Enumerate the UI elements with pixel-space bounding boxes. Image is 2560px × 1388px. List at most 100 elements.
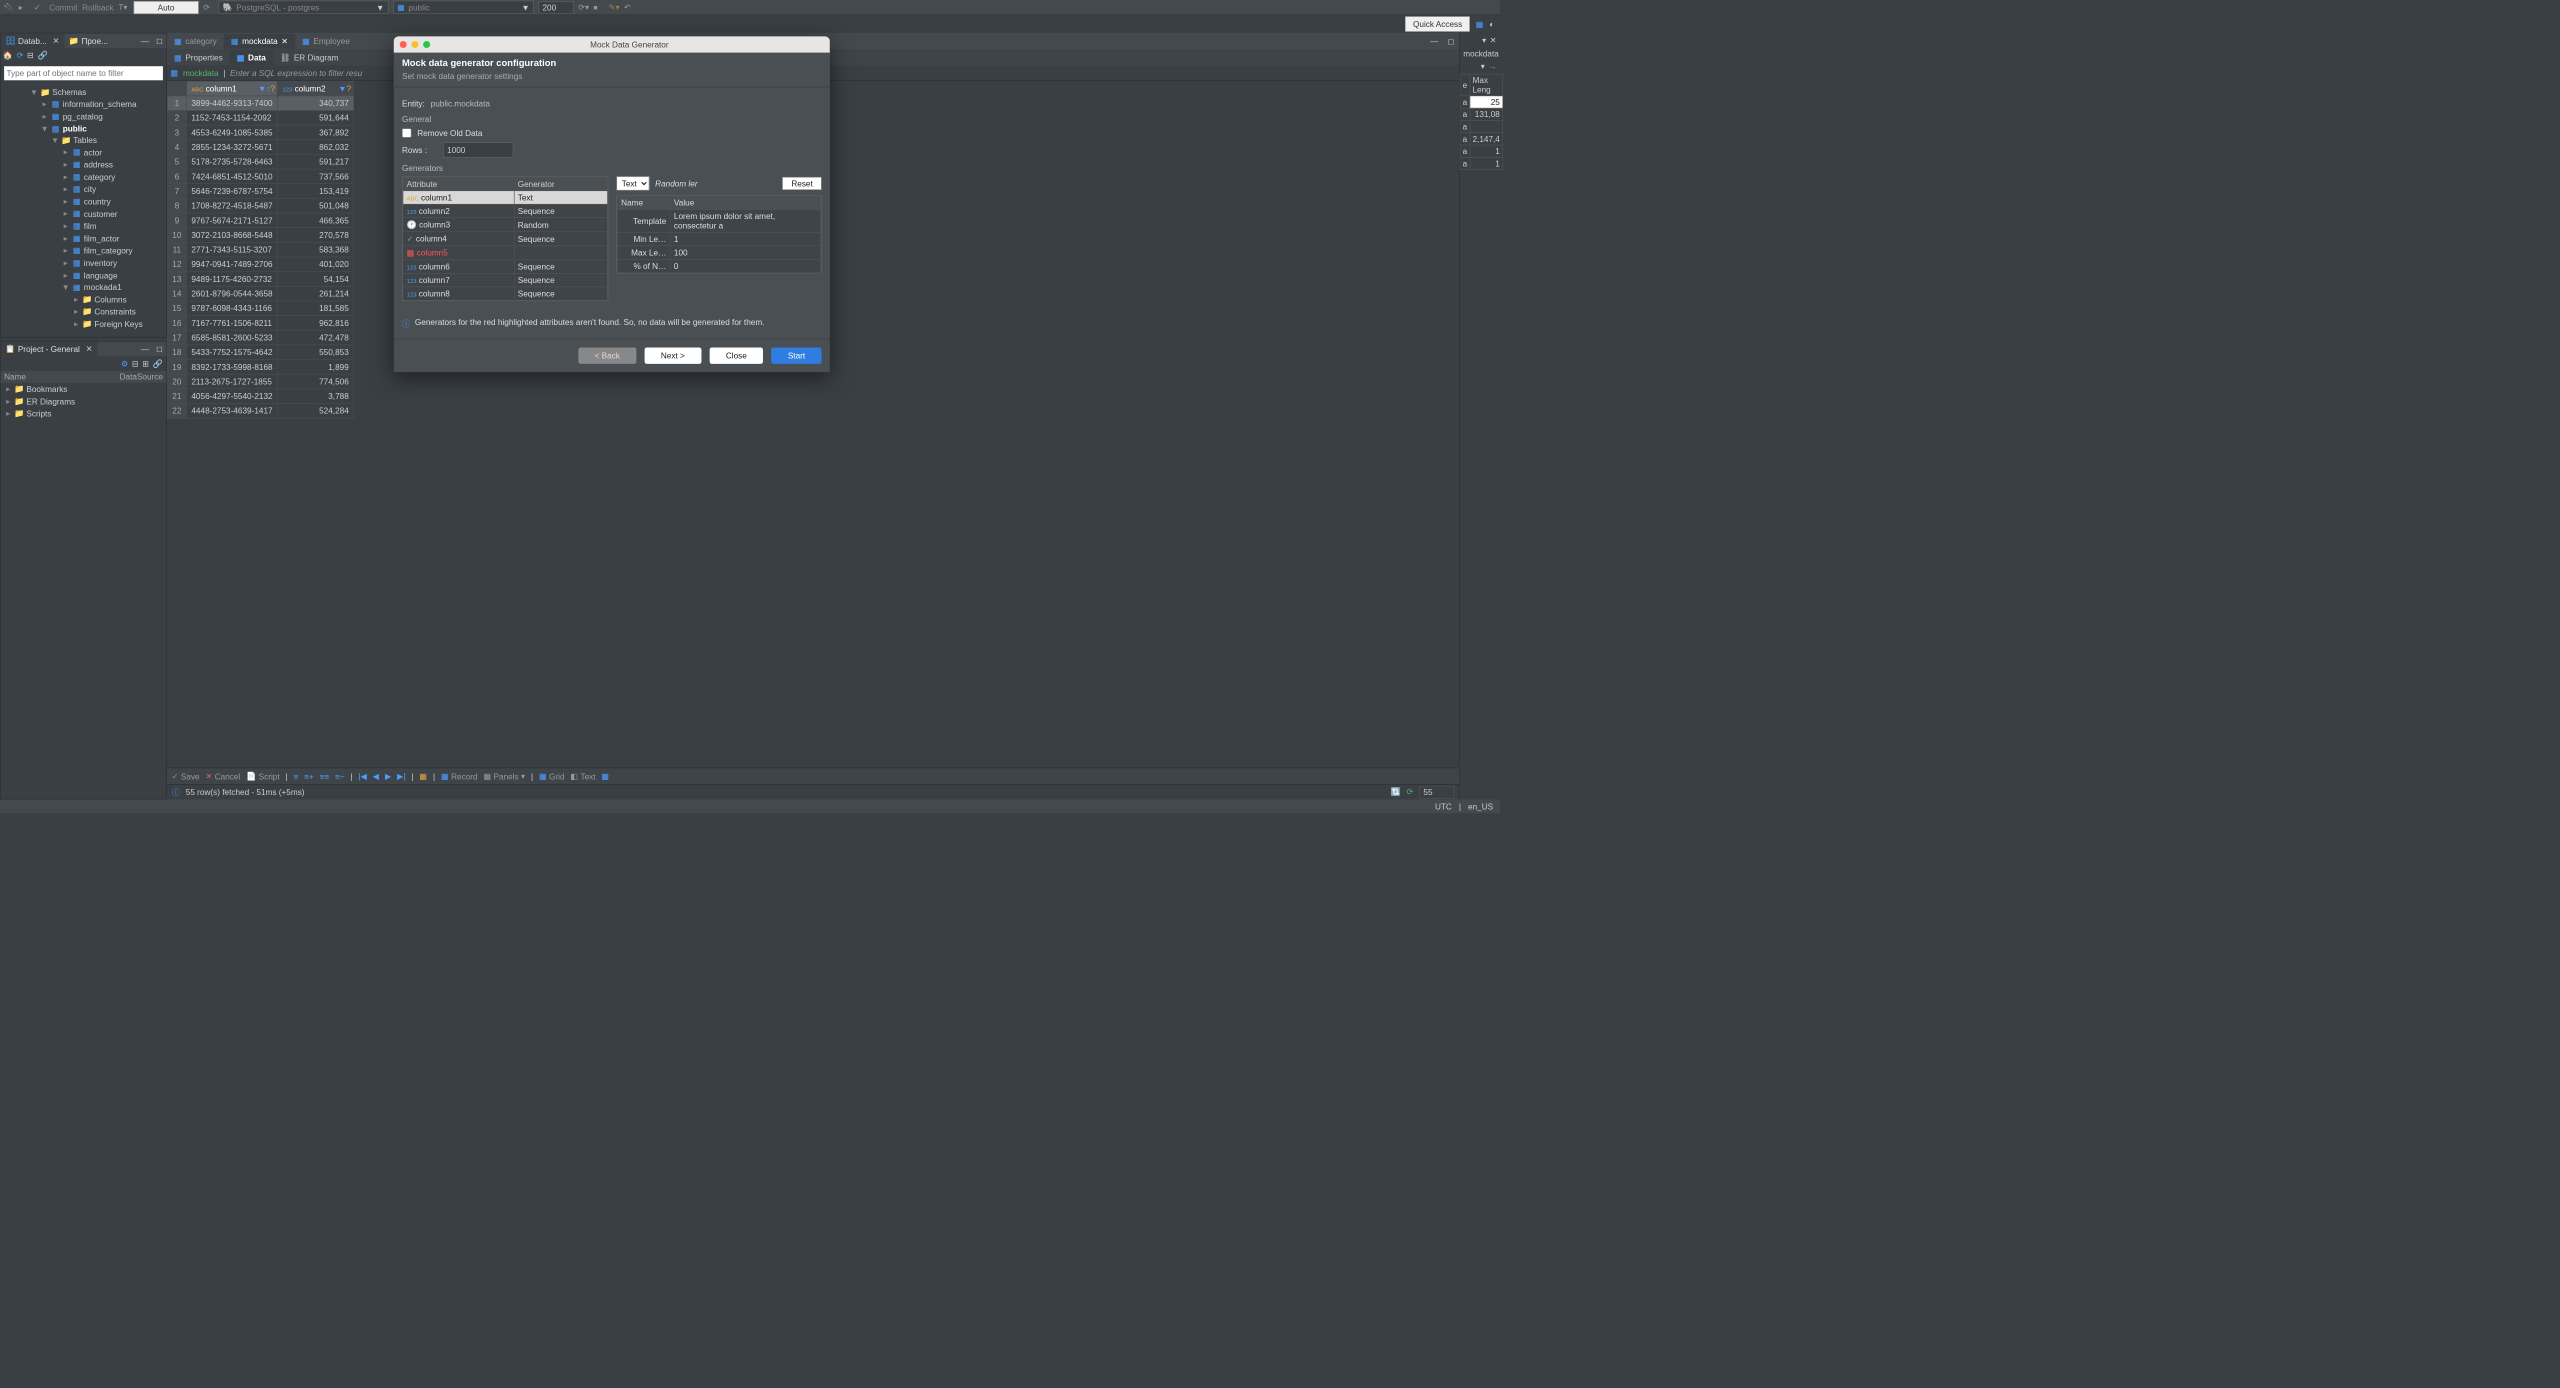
cell-col1[interactable]: 1708-8272-4518-5487 xyxy=(186,198,277,213)
row-limit-input[interactable] xyxy=(538,1,573,14)
next-icon[interactable]: ▶ xyxy=(385,771,391,781)
tree-table-country[interactable]: ▸▦country xyxy=(1,195,167,207)
tree-constraints[interactable]: ▸📁Constraints xyxy=(1,305,167,317)
close-button[interactable]: Close xyxy=(709,347,763,363)
cell-col1[interactable]: 2113-2675-1727-1855 xyxy=(186,374,277,389)
gear-icon[interactable]: ⚙ xyxy=(121,359,128,369)
last-icon[interactable]: ▶| xyxy=(397,771,405,781)
attr-row-column6[interactable]: 123 column6Sequence xyxy=(403,260,608,273)
project-item-er-diagrams[interactable]: ▸📁ER Diagrams xyxy=(1,395,167,407)
cancel-button[interactable]: ✕Cancel xyxy=(205,771,240,781)
pencil-icon[interactable]: ✎▾ xyxy=(609,2,620,13)
collapse-icon[interactable]: ⊟ xyxy=(27,50,34,60)
cell-col1[interactable]: 5433-7752-1575-4642 xyxy=(186,345,277,360)
cell-col1[interactable]: 7167-7761-1506-8211 xyxy=(186,316,277,331)
cell-col1[interactable]: 9767-5674-2171-5127 xyxy=(186,213,277,228)
cell-col1[interactable]: 2601-8796-0544-3658 xyxy=(186,286,277,301)
cell-col1[interactable]: 4448-2753-4639-1417 xyxy=(186,403,277,418)
sql-icon[interactable]: ▸ xyxy=(19,2,30,13)
perspective-icon[interactable]: ▦ xyxy=(1476,19,1484,29)
cell-col1[interactable]: 3072-2103-8668-5448 xyxy=(186,228,277,243)
table-row[interactable]: 202113-2675-1727-1855774,506 xyxy=(167,374,353,389)
cell-col1[interactable]: 5178-2735-5728-6463 xyxy=(186,154,277,169)
maximize-icon[interactable]: ◻ xyxy=(1443,36,1459,46)
tree-table-language[interactable]: ▸▦language xyxy=(1,269,167,281)
script-button[interactable]: 📄Script xyxy=(246,771,280,781)
tree-pg-catalog[interactable]: ▸▦pg_catalog xyxy=(1,110,167,122)
table-row[interactable]: 81708-8272-4518-5487501,048 xyxy=(167,198,353,213)
tree-table-film_actor[interactable]: ▸▦film_actor xyxy=(1,232,167,244)
window-close-icon[interactable] xyxy=(400,41,407,48)
table-row[interactable]: 167167-7761-1506-8211962,816 xyxy=(167,316,353,331)
close-icon[interactable]: ✕ xyxy=(281,36,288,46)
dup-row-icon[interactable]: ≡≡ xyxy=(320,771,330,780)
table-row[interactable]: 112771-7343-5115-3207583,368 xyxy=(167,242,353,257)
tab-employee[interactable]: ▦Employee xyxy=(295,34,357,49)
table-row[interactable]: 159787-6098-4343-1166181,585 xyxy=(167,301,353,316)
cell-col2[interactable]: 862,032 xyxy=(278,140,354,155)
table-row[interactable]: 139489-1175-4260-273254,154 xyxy=(167,272,353,287)
tree-tables[interactable]: ▼📁Tables xyxy=(1,134,167,146)
tree-table-customer[interactable]: ▸▦customer xyxy=(1,207,167,219)
minimize-icon[interactable]: — xyxy=(1425,36,1443,45)
tree-table-city[interactable]: ▸▦city xyxy=(1,183,167,195)
filter-hint[interactable]: Enter a SQL expression to filter resu xyxy=(230,68,362,77)
cell-col2[interactable]: 270,578 xyxy=(278,228,354,243)
undo-icon[interactable]: ↶ xyxy=(624,2,635,13)
properties-table[interactable]: NameValue TemplateLorem ipsum dolor sit … xyxy=(616,195,821,274)
rollback-button[interactable]: Rollback xyxy=(82,3,113,12)
first-icon[interactable]: |◀ xyxy=(358,771,366,781)
cell-col2[interactable]: 466,365 xyxy=(278,213,354,228)
tx-mode-icon[interactable]: T▾ xyxy=(118,2,129,13)
tree-table-address[interactable]: ▸▦address xyxy=(1,158,167,170)
next-button[interactable]: Next > xyxy=(644,347,701,363)
cell-col2[interactable]: 550,853 xyxy=(278,345,354,360)
table-row[interactable]: 198392-1733-5998-81681,899 xyxy=(167,360,353,375)
menu-icon[interactable]: ▾ xyxy=(1482,35,1486,45)
prev-icon[interactable]: ◀ xyxy=(373,771,379,781)
cell-col2[interactable]: 774,506 xyxy=(278,374,354,389)
cell-col2[interactable]: 54,154 xyxy=(278,272,354,287)
rows-input[interactable] xyxy=(443,142,513,157)
cell-col2[interactable]: 501,048 xyxy=(278,198,354,213)
cell-col2[interactable]: 591,217 xyxy=(278,154,354,169)
minimize-icon[interactable]: — xyxy=(137,36,152,45)
prop-row[interactable]: % of N…0 xyxy=(617,259,820,272)
tree-table-actor[interactable]: ▸▦actor xyxy=(1,146,167,158)
cycle-icon[interactable]: ⟳ xyxy=(1407,787,1414,797)
project-item-bookmarks[interactable]: ▸📁Bookmarks xyxy=(1,383,167,395)
locale-label[interactable]: en_US xyxy=(1468,802,1493,811)
remove-old-data-checkbox[interactable] xyxy=(402,128,411,137)
refresh-icon[interactable]: ⟳ xyxy=(17,50,24,60)
cell-col2[interactable]: 591,644 xyxy=(278,110,354,125)
cell-col1[interactable]: 4553-6249-1085-5385 xyxy=(186,125,277,140)
tree-table-inventory[interactable]: ▸▦inventory xyxy=(1,257,167,269)
table-row[interactable]: 42855-1234-3272-5671862,032 xyxy=(167,140,353,155)
next-icon[interactable]: → xyxy=(1488,62,1496,72)
generator-type-select[interactable]: Text xyxy=(616,176,649,190)
link-icon[interactable]: 🔗 xyxy=(37,50,47,60)
column2-header[interactable]: 123 column2▼? xyxy=(278,81,354,96)
filter-icon[interactable]: ▼↑? xyxy=(258,84,275,93)
prop-value[interactable]: Lorem ipsum dolor sit amet, consectetur … xyxy=(670,209,821,232)
prop-value[interactable]: 1 xyxy=(670,232,821,245)
maximize-icon[interactable]: ◻ xyxy=(153,36,167,46)
projects-tab[interactable]: 📁 Прое... xyxy=(64,33,112,48)
refresh-icon[interactable]: 🔃 xyxy=(1390,787,1400,797)
record-button[interactable]: ▦Record xyxy=(441,771,478,781)
database-tab[interactable]: 🗄 Datab... ✕ xyxy=(1,33,65,48)
attr-row-column5[interactable]: ▦ column5 xyxy=(403,246,608,260)
cell-col1[interactable]: 2855-1234-3272-5671 xyxy=(186,140,277,155)
table-row[interactable]: 34553-6249-1085-5385367,892 xyxy=(167,125,353,140)
refresh-icon[interactable]: ⟳ xyxy=(203,2,214,13)
cell-col2[interactable]: 401,020 xyxy=(278,257,354,272)
tree-columns[interactable]: ▸📁Columns xyxy=(1,293,167,305)
table-row[interactable]: 55178-2735-5728-6463591,217 xyxy=(167,154,353,169)
table-row[interactable]: 21152-7453-1154-2092591,644 xyxy=(167,110,353,125)
cell-col2[interactable]: 962,816 xyxy=(278,316,354,331)
grid-view-button[interactable]: ▦Grid xyxy=(539,771,565,781)
tree-filter-input[interactable] xyxy=(4,66,163,80)
subtab-er[interactable]: ⛓ER Diagram xyxy=(273,50,346,65)
connection-combo[interactable]: 🐘 PostgreSQL - postgres ▼ xyxy=(218,1,388,14)
refresh2-icon[interactable]: ⟳▾ xyxy=(578,2,589,13)
